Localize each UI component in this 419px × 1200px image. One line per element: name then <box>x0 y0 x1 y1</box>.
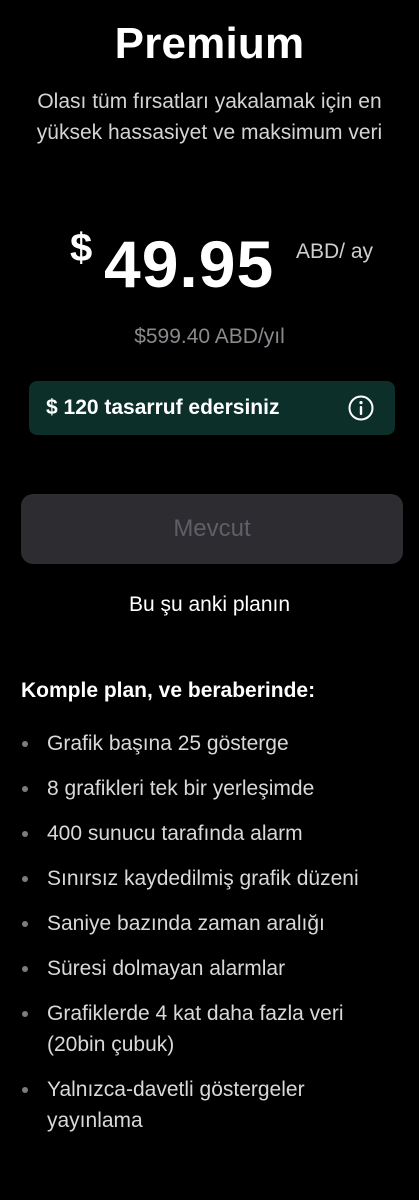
bullet-icon <box>22 966 28 972</box>
feature-text: 400 sunucu tarafında alarm <box>47 822 303 845</box>
feature-item: Yalnızca-davetli göstergeler yayınlama <box>21 1074 401 1136</box>
feature-text: 8 grafikleri tek bir yerleşimde <box>47 777 315 800</box>
savings-text: $ 120 tasarruf edersiniz <box>46 396 280 419</box>
price-period: ABD/ ay <box>296 240 374 263</box>
feature-item: 8 grafikleri tek bir yerleşimde <box>21 773 401 804</box>
bullet-icon <box>22 876 28 882</box>
plan-subtitle: Olası tüm fırsatları yakalamak için en y… <box>36 90 383 144</box>
feature-text: Saniye bazında zaman aralığı <box>47 912 325 935</box>
bullet-icon <box>22 921 28 927</box>
price-currency: $ <box>70 226 93 270</box>
features-title: Komple plan, ve beraberinde: <box>21 679 316 702</box>
feature-text: Yalnızca-davetli göstergeler yayınlama <box>47 1078 305 1132</box>
bullet-icon <box>22 831 28 837</box>
bullet-icon <box>22 1011 28 1017</box>
plan-title: Premium <box>114 19 305 68</box>
feature-item: Saniye bazında zaman aralığı <box>21 908 401 939</box>
savings-badge: $ 120 tasarruf edersiniz <box>29 381 395 435</box>
yearly-price: $599.40 ABD/yıl <box>134 325 285 348</box>
feature-item: Grafik başına 25 gösterge <box>21 728 401 759</box>
price-row: $ 49.95 ABD/ ay <box>0 222 419 312</box>
features-list: Grafik başına 25 gösterge 8 grafikleri t… <box>21 728 401 1150</box>
bullet-icon <box>22 741 28 747</box>
feature-text: Süresi dolmayan alarmlar <box>47 957 286 980</box>
price-amount: 49.95 <box>104 227 275 301</box>
info-icon[interactable] <box>347 394 375 422</box>
feature-item: 400 sunucu tarafında alarm <box>21 818 401 849</box>
bullet-icon <box>22 1087 28 1093</box>
feature-text: Sınırsız kaydedilmiş grafik düzeni <box>47 867 359 890</box>
feature-item: Grafiklerde 4 kat daha fazla veri (20bin… <box>21 998 401 1060</box>
premium-plan-card: Premium Olası tüm fırsatları yakalamak i… <box>0 0 419 1200</box>
feature-item: Süresi dolmayan alarmlar <box>21 953 401 984</box>
bullet-icon <box>22 786 28 792</box>
current-plan-button[interactable]: Mevcut <box>21 494 403 564</box>
feature-text: Grafiklerde 4 kat daha fazla veri (20bin… <box>47 1002 344 1056</box>
current-plan-note: Bu şu anki planın <box>128 593 291 616</box>
feature-item: Sınırsız kaydedilmiş grafik düzeni <box>21 863 401 894</box>
feature-text: Grafik başına 25 gösterge <box>47 732 289 755</box>
